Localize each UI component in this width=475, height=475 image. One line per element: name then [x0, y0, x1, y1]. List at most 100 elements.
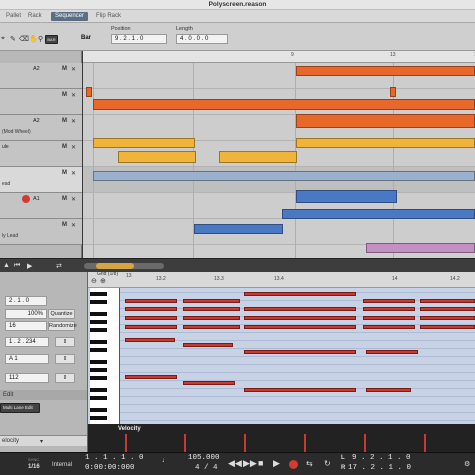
sequencer-clip[interactable]: [219, 151, 297, 163]
mute-button[interactable]: M: [62, 144, 67, 150]
black-key[interactable]: [90, 340, 107, 344]
sequencer-clip[interactable]: [93, 171, 475, 181]
note-length-stepper[interactable]: ⇕: [55, 337, 75, 347]
tab-rack[interactable]: Rack: [24, 12, 46, 21]
midi-note[interactable]: [183, 307, 240, 311]
tab-flip-rack[interactable]: Flip Rack: [92, 12, 125, 21]
punch-icon[interactable]: ↻: [324, 459, 331, 468]
midi-note[interactable]: [183, 316, 240, 320]
black-key[interactable]: [90, 408, 107, 412]
sequencer-clip[interactable]: [86, 87, 92, 97]
forward-button[interactable]: ▶▶: [243, 458, 257, 469]
velocity-lane[interactable]: Velocity: [88, 424, 475, 452]
remove-track-icon[interactable]: ✕: [71, 118, 76, 125]
sequencer-clip[interactable]: [296, 66, 475, 76]
piano-keyboard[interactable]: [90, 288, 120, 424]
navigator-window[interactable]: [96, 263, 134, 269]
midi-note[interactable]: [125, 299, 177, 303]
mute-button[interactable]: M: [62, 196, 67, 202]
midi-note[interactable]: [244, 292, 356, 296]
mute-button[interactable]: M: [62, 92, 67, 98]
midi-note[interactable]: [125, 325, 177, 329]
rewind-icon[interactable]: ⏮: [14, 262, 20, 270]
velocity-bar[interactable]: [244, 434, 246, 452]
sequencer-clip[interactable]: [390, 87, 396, 97]
midi-note[interactable]: [420, 316, 475, 320]
zoom-in-icon[interactable]: ⊕: [100, 277, 106, 285]
midi-note[interactable]: [244, 316, 356, 320]
remove-track-icon[interactable]: ✕: [71, 170, 76, 177]
black-key[interactable]: [90, 292, 107, 296]
midi-note[interactable]: [363, 307, 415, 311]
midi-note[interactable]: [420, 299, 475, 303]
note-velocity-field[interactable]: 112: [5, 373, 49, 383]
note-length-field[interactable]: 1 . 2 . 234: [5, 337, 49, 347]
loop-icon[interactable]: ⇄: [56, 262, 62, 270]
track-row[interactable]: ule M ✕: [0, 141, 82, 167]
track-row[interactable]: A2 M ✕ (Mod Wheel): [0, 115, 82, 141]
black-key[interactable]: [90, 360, 107, 364]
note-velocity-stepper[interactable]: ⇕: [55, 373, 75, 383]
sequencer-clip[interactable]: [366, 243, 475, 253]
note-pitch-stepper[interactable]: ⇕: [55, 354, 75, 364]
velocity-bar[interactable]: [184, 434, 186, 452]
midi-note[interactable]: [420, 325, 475, 329]
song-navigator[interactable]: ▲ ⏮ ▶ ⇄: [0, 258, 475, 272]
sequencer-clip[interactable]: [93, 138, 195, 148]
sequencer-clip[interactable]: [282, 209, 475, 219]
play-icon[interactable]: ▶: [27, 262, 32, 270]
play-button[interactable]: ▶: [273, 458, 280, 469]
rewind-button[interactable]: ◀◀: [228, 458, 242, 469]
quantize-percent-field[interactable]: 100%: [5, 309, 47, 319]
grid-select[interactable]: Grid (1/8): [97, 271, 118, 277]
velocity-bar[interactable]: [125, 434, 127, 452]
black-key[interactable]: [90, 320, 107, 324]
sequencer-clip[interactable]: [93, 99, 475, 110]
remove-track-icon[interactable]: ✕: [71, 196, 76, 203]
loop-button[interactable]: ⇆: [306, 459, 313, 468]
note-pitch-field[interactable]: A 1: [5, 354, 49, 364]
black-key[interactable]: [90, 416, 107, 420]
select-tool-icon[interactable]: ⌖: [1, 35, 5, 43]
quantize-button[interactable]: Quantize: [48, 309, 75, 319]
sequencer-clip[interactable]: [296, 114, 475, 128]
velocity-bar[interactable]: [424, 434, 426, 452]
hand-tool-icon[interactable]: ✋: [29, 35, 38, 43]
sequencer-clip[interactable]: [194, 224, 283, 234]
track-row[interactable]: A2 M ✕: [0, 63, 82, 89]
track-row[interactable]: M ✕ ead: [0, 167, 82, 193]
position-field[interactable]: 9 . 2 . 1 . 0: [111, 34, 167, 44]
remove-track-icon[interactable]: ✕: [71, 66, 76, 73]
midi-note[interactable]: [366, 388, 411, 392]
sequencer-clip[interactable]: [296, 190, 397, 203]
midi-note[interactable]: [244, 388, 356, 392]
remove-track-icon[interactable]: ✕: [71, 222, 76, 229]
multi-lane-edit-button[interactable]: Multi Lane Edit: [0, 403, 40, 413]
time-signature[interactable]: 4 / 4: [195, 464, 218, 472]
black-key[interactable]: [90, 312, 107, 316]
track-row[interactable]: M ✕ ly Lead: [0, 219, 82, 245]
sequencer-clip[interactable]: [118, 151, 196, 163]
midi-note[interactable]: [183, 325, 240, 329]
tab-pallet[interactable]: Pallet: [2, 12, 25, 21]
midi-note[interactable]: [183, 381, 235, 385]
black-key[interactable]: [90, 368, 107, 372]
arrange-ruler[interactable]: 9 13 17: [83, 51, 475, 63]
mute-button[interactable]: M: [62, 170, 67, 176]
midi-note[interactable]: [244, 325, 356, 329]
zoom-tool-icon[interactable]: ⚲: [38, 35, 43, 43]
midi-note[interactable]: [420, 307, 475, 311]
tab-sequencer[interactable]: Sequencer: [51, 12, 89, 21]
midi-note[interactable]: [183, 343, 233, 347]
randomize-value-field[interactable]: 16: [5, 321, 47, 331]
snap-select[interactable]: Bar: [78, 34, 106, 44]
eraser-tool-icon[interactable]: ⌫: [19, 35, 29, 43]
settings-icon[interactable]: ⚙: [464, 460, 470, 468]
note-position-field[interactable]: 2 . 1 . 0: [5, 296, 47, 306]
remove-track-icon[interactable]: ✕: [71, 144, 76, 151]
midi-note[interactable]: [363, 316, 415, 320]
arrange-view[interactable]: [83, 51, 475, 258]
record-enable-icon[interactable]: [22, 195, 30, 203]
midi-note[interactable]: [363, 325, 415, 329]
randomize-button[interactable]: Randomize: [48, 321, 77, 331]
